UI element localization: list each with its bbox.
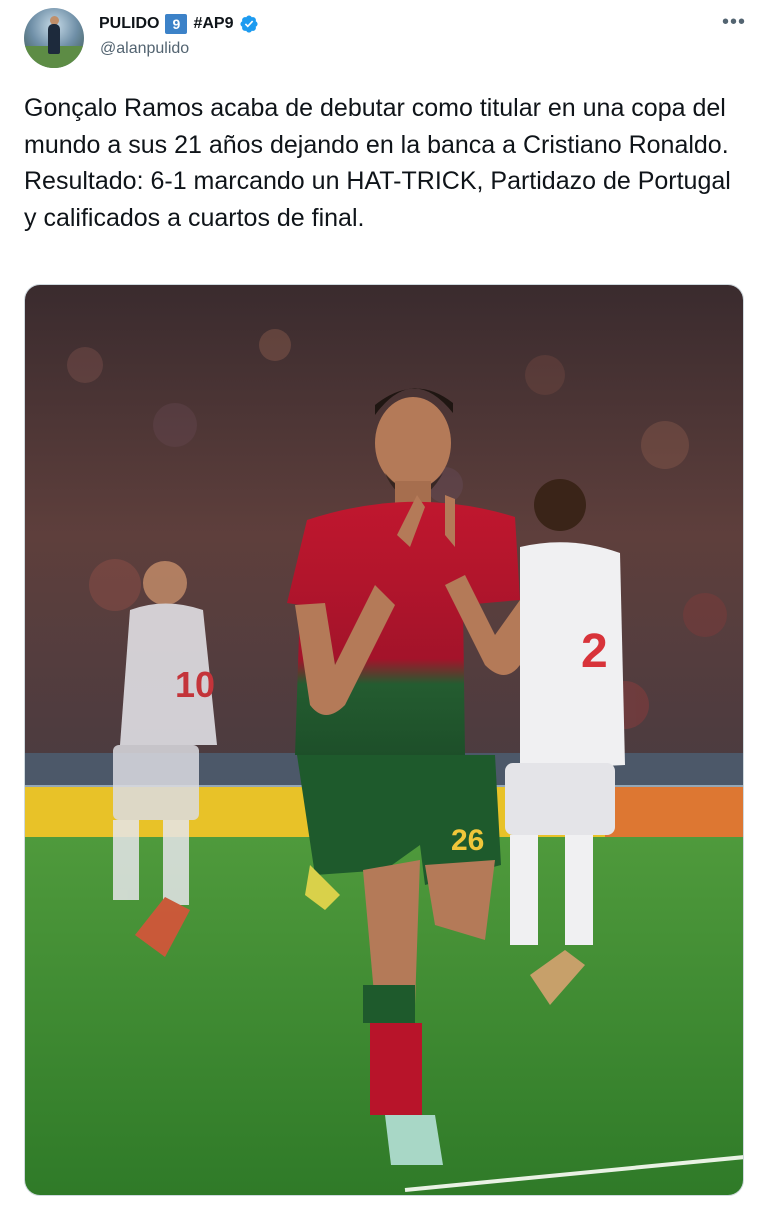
tweet-text-paragraph-2: Resultado: 6-1 marcando un HAT-TRICK, Pa… <box>24 167 731 232</box>
author-display-name[interactable]: PULIDO <box>99 15 159 33</box>
more-options-icon[interactable]: ••• <box>722 11 746 34</box>
number-badge-icon: 9 <box>165 14 188 34</box>
advertising-board-red <box>605 787 743 837</box>
author-handle[interactable]: @alanpulido <box>100 40 189 58</box>
author-name-row[interactable]: PULIDO 9 #AP9 <box>99 14 259 34</box>
avatar-figure <box>48 24 60 54</box>
player-left-number: 10 <box>175 664 215 705</box>
tweet-text-paragraph-1: Gonçalo Ramos acaba de debutar como titu… <box>24 94 729 159</box>
author-avatar[interactable] <box>24 8 84 68</box>
player-right-number: 2 <box>581 625 608 678</box>
tweet-text: Gonçalo Ramos acaba de debutar como titu… <box>24 90 744 236</box>
photo-illustration: 10 2 26 <box>25 285 743 1195</box>
tweet-photo[interactable]: 10 2 26 <box>24 284 744 1196</box>
author-name-tag: #AP9 <box>193 15 234 32</box>
player-main-number: 26 <box>451 824 484 857</box>
verified-badge-icon <box>240 15 259 33</box>
